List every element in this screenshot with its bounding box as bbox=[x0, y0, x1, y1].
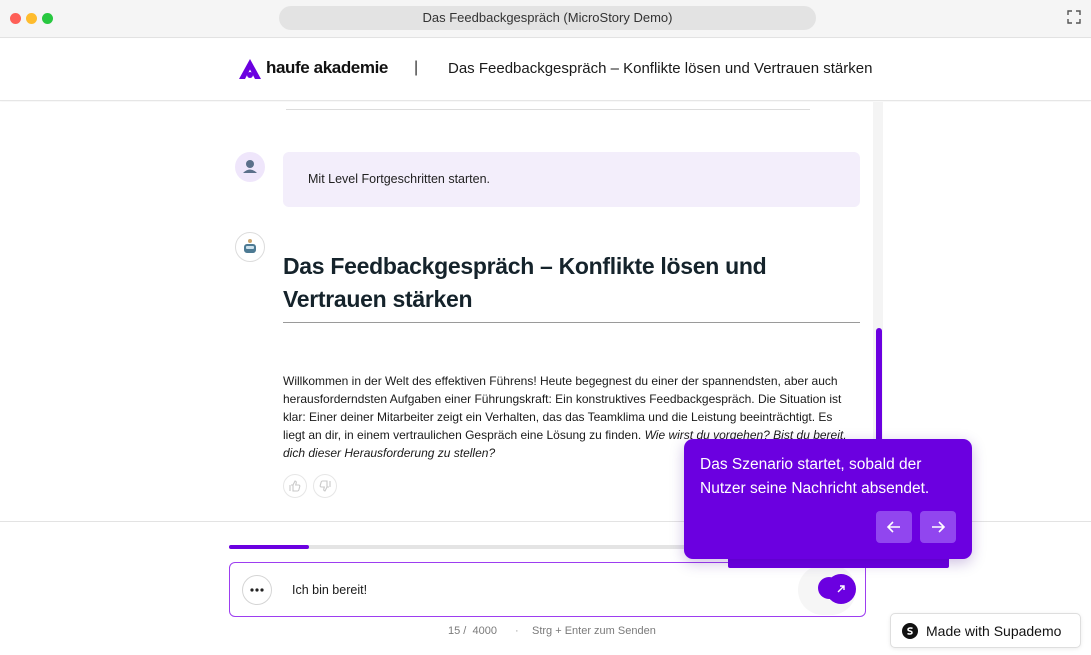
character-max: 4000 bbox=[472, 625, 497, 637]
page-title: Das Feedbackgespräch – Konflikte lösen u… bbox=[448, 60, 873, 77]
arrow-left-icon bbox=[886, 521, 900, 533]
supademo-icon bbox=[902, 623, 918, 639]
arrow-right-icon bbox=[932, 521, 946, 533]
user-avatar bbox=[235, 152, 265, 182]
supademo-badge-label: Made with Supademo bbox=[926, 623, 1062, 639]
user-avatar-icon bbox=[243, 160, 257, 173]
haufe-logo-icon[interactable] bbox=[239, 59, 261, 79]
thumbs-down-button[interactable] bbox=[313, 474, 337, 498]
character-counter: 15 / 4000 bbox=[448, 625, 497, 637]
message-input[interactable]: Ich bin bereit! bbox=[292, 583, 367, 597]
supademo-badge[interactable]: Made with Supademo bbox=[890, 613, 1081, 648]
send-shortcut-hint: Strg + Enter zum Senden bbox=[532, 625, 656, 637]
user-message-bubble: Mit Level Fortgeschritten starten. bbox=[283, 152, 860, 207]
send-icon bbox=[837, 585, 845, 593]
expand-icon[interactable] bbox=[1067, 10, 1081, 24]
bot-message-title: Das Feedbackgespräch – Konflikte lösen u… bbox=[283, 253, 767, 312]
app-header: haufe akademie | Das Feedbackgespräch – … bbox=[0, 39, 1091, 101]
character-count: 15 / bbox=[448, 625, 467, 637]
bot-avatar bbox=[235, 232, 265, 262]
thumbs-down-icon bbox=[319, 480, 331, 492]
thumbs-up-icon bbox=[289, 480, 301, 492]
minimize-window-button[interactable] bbox=[26, 13, 37, 24]
tooltip-text: Das Szenario startet, sobald der Nutzer … bbox=[700, 456, 930, 497]
maximize-window-button[interactable] bbox=[42, 13, 53, 24]
tooltip-prev-button[interactable] bbox=[876, 511, 912, 543]
more-options-button[interactable] bbox=[242, 575, 272, 605]
window-titlebar: Das Feedbackgespräch (MicroStory Demo) bbox=[0, 0, 1091, 38]
window-title-bar[interactable]: Das Feedbackgespräch (MicroStory Demo) bbox=[279, 6, 816, 30]
message-divider bbox=[286, 109, 810, 110]
user-message-text: Mit Level Fortgeschritten starten. bbox=[308, 172, 491, 186]
brand-logo-text[interactable]: haufe akademie bbox=[266, 58, 388, 78]
scenario-progress-fill bbox=[229, 545, 309, 549]
bot-avatar-icon bbox=[244, 239, 256, 253]
header-separator: | bbox=[414, 59, 419, 76]
counter-separator: · bbox=[515, 625, 519, 637]
message-input-box[interactable]: Ich bin bereit! bbox=[229, 562, 866, 617]
thumbs-up-button[interactable] bbox=[283, 474, 307, 498]
title-divider bbox=[283, 322, 860, 323]
walkthrough-tooltip: Das Szenario startet, sobald der Nutzer … bbox=[684, 439, 972, 559]
more-icon bbox=[250, 588, 264, 592]
send-button[interactable] bbox=[826, 574, 856, 604]
close-window-button[interactable] bbox=[10, 13, 21, 24]
page: Das Feedbackgespräch (MicroStory Demo) h… bbox=[0, 0, 1091, 655]
tooltip-next-button[interactable] bbox=[920, 511, 956, 543]
